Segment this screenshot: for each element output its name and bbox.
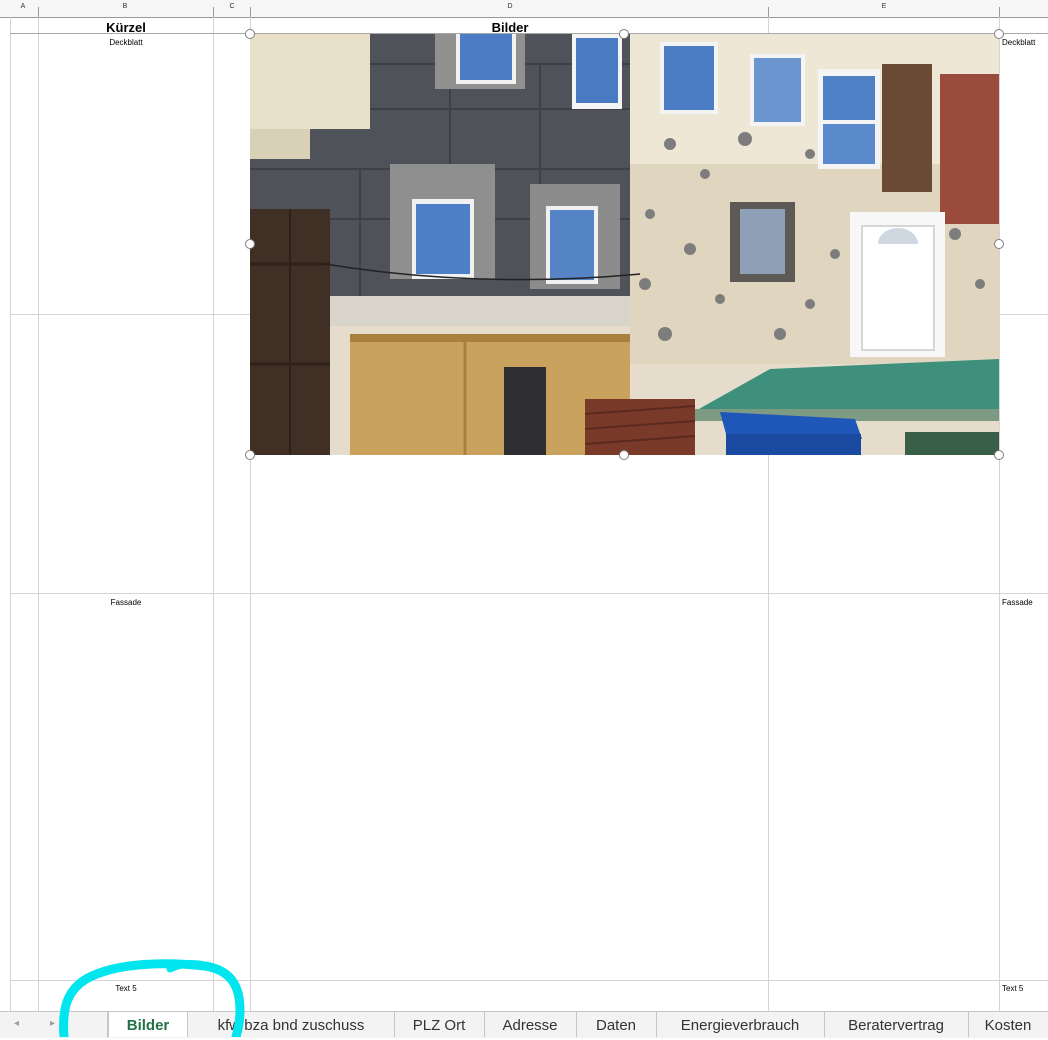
tab-adresse[interactable]: Adresse: [484, 1012, 577, 1037]
grid-line: [10, 593, 1048, 594]
header-kuerzel[interactable]: Kürzel: [106, 20, 146, 35]
column-header-e[interactable]: E: [882, 3, 887, 10]
grid-line: [213, 17, 214, 1011]
column-header-b[interactable]: B: [123, 3, 128, 10]
cell-deckblatt-right[interactable]: Deckblatt: [1002, 38, 1035, 47]
sheet-tab-bar: ◂ ▸ Bilder kfw bza bnd zuschuss PLZ Ort …: [0, 1011, 1048, 1038]
cell-deckblatt-left[interactable]: Deckblatt: [109, 38, 142, 47]
tab-beratervertrag[interactable]: Beratervertrag: [824, 1012, 969, 1037]
grid-line: [999, 17, 1000, 1011]
resize-handle-bottom-right[interactable]: [994, 450, 1004, 460]
cell-text5-left[interactable]: Text 5: [115, 984, 136, 993]
tab-kosten[interactable]: Kosten: [968, 1012, 1048, 1037]
resize-handle-top[interactable]: [619, 29, 629, 39]
resize-handle-top-right[interactable]: [994, 29, 1004, 39]
cell-fassade-right[interactable]: Fassade: [1002, 598, 1033, 607]
resize-handle-bottom[interactable]: [619, 450, 629, 460]
column-header-d[interactable]: D: [507, 3, 512, 10]
cell-text5-right[interactable]: Text 5: [1002, 984, 1023, 993]
tab-daten[interactable]: Daten: [576, 1012, 657, 1037]
tab-plz-ort[interactable]: PLZ Ort: [394, 1012, 485, 1037]
tab-energieverbrauch[interactable]: Energieverbrauch: [656, 1012, 825, 1037]
tab-kfw-bza-bnd-zuschuss[interactable]: kfw bza bnd zuschuss: [188, 1012, 395, 1037]
header-bilder[interactable]: Bilder: [492, 20, 529, 35]
grid-line: [38, 17, 39, 1011]
grid-line: [10, 980, 1048, 981]
resize-handle-left[interactable]: [245, 239, 255, 249]
cell-fassade-left[interactable]: Fassade: [111, 598, 142, 607]
column-header-c[interactable]: C: [229, 3, 234, 10]
grid-line: [10, 17, 11, 1011]
resize-handle-right[interactable]: [994, 239, 1004, 249]
resize-handle-top-left[interactable]: [245, 29, 255, 39]
column-header-a[interactable]: A: [21, 3, 26, 10]
building-facade-photo[interactable]: [250, 34, 999, 455]
prev-sheet-icon[interactable]: ◂: [14, 1018, 19, 1029]
next-sheet-icon[interactable]: ▸: [50, 1018, 55, 1029]
sheet-nav-area: ◂ ▸: [6, 1012, 108, 1038]
tab-bilder[interactable]: Bilder: [108, 1012, 188, 1037]
resize-handle-bottom-left[interactable]: [245, 450, 255, 460]
column-header-row: A B C D E: [0, 0, 1048, 18]
